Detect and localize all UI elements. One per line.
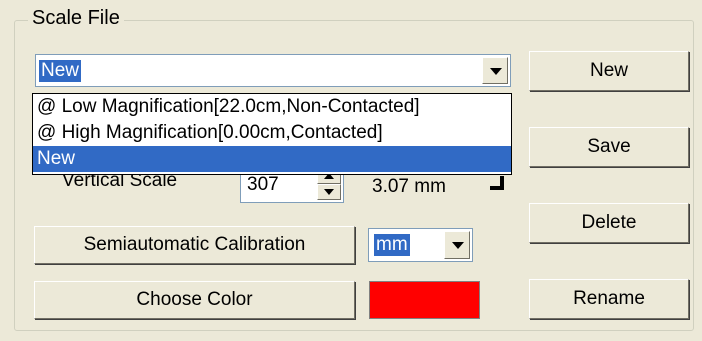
semiautomatic-calibration-button[interactable]: Semiautomatic Calibration bbox=[34, 226, 355, 264]
delete-button[interactable]: Delete bbox=[529, 203, 689, 243]
save-button[interactable]: Save bbox=[529, 127, 689, 167]
groupbox-title: Scale File bbox=[28, 7, 124, 30]
new-button[interactable]: New bbox=[529, 51, 689, 91]
unit-combobox[interactable]: mm bbox=[368, 228, 473, 262]
rename-button[interactable]: Rename bbox=[529, 279, 689, 319]
unit-combobox-value: mm bbox=[374, 234, 410, 256]
choose-color-button[interactable]: Choose Color bbox=[34, 281, 355, 319]
vertical-scale-mm-text: 3.07 mm bbox=[372, 176, 446, 197]
unit-dropdown-button[interactable] bbox=[444, 231, 470, 259]
scale-file-combobox-value: New bbox=[39, 60, 82, 82]
chevron-down-icon bbox=[490, 68, 502, 75]
vertical-scale-value: 307 bbox=[247, 174, 279, 195]
color-swatch bbox=[369, 281, 480, 319]
dropdown-option-selected[interactable]: New bbox=[33, 146, 511, 172]
scale-file-combobox[interactable]: New bbox=[35, 54, 511, 87]
arrow-down-icon bbox=[324, 189, 334, 195]
corner-mark-icon bbox=[490, 176, 504, 190]
dropdown-option[interactable]: @ Low Magnification[22.0cm,Non-Contacted… bbox=[33, 94, 511, 120]
chevron-down-icon bbox=[452, 242, 464, 249]
spin-down-button[interactable] bbox=[317, 184, 341, 200]
dropdown-option[interactable]: @ High Magnification[0.00cm,Contacted] bbox=[33, 120, 511, 146]
scale-file-dropdown-list[interactable]: @ Low Magnification[22.0cm,Non-Contacted… bbox=[32, 93, 512, 175]
scale-file-dropdown-button[interactable] bbox=[482, 57, 508, 84]
